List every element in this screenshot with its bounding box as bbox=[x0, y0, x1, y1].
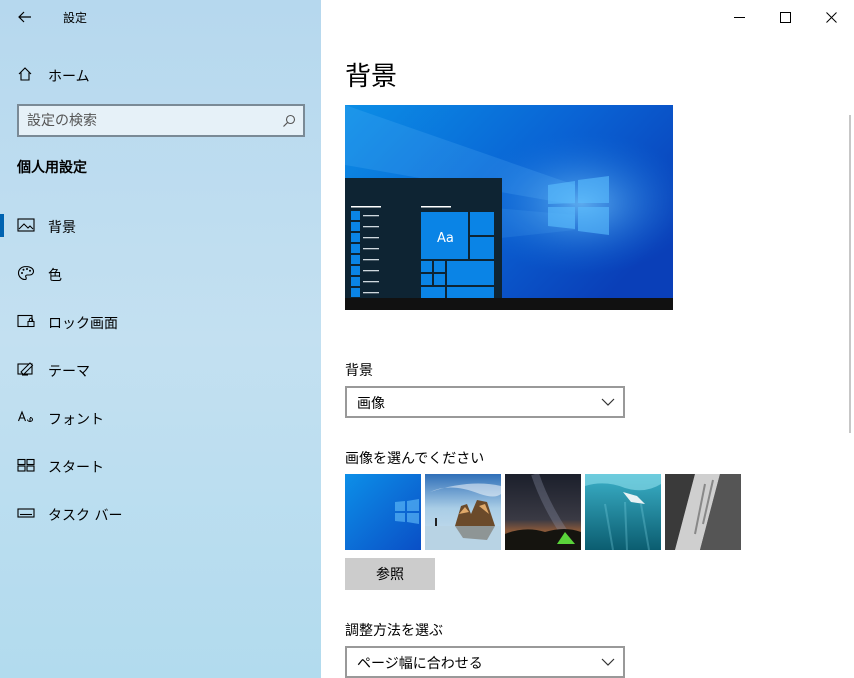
selection-indicator bbox=[0, 214, 4, 237]
browse-button[interactable]: 参照 bbox=[345, 558, 435, 590]
thumbnail-windows-default[interactable] bbox=[345, 474, 421, 550]
sidebar-item-label: ホーム bbox=[48, 69, 90, 85]
search-input[interactable] bbox=[27, 111, 267, 131]
background-type-dropdown[interactable]: 画像 bbox=[345, 386, 625, 418]
sidebar-item-start[interactable]: スタート bbox=[0, 445, 321, 493]
preview-tile-text: Aa bbox=[437, 231, 454, 246]
sidebar-item-label: タスク バー bbox=[48, 508, 123, 524]
search-box[interactable] bbox=[17, 104, 305, 137]
choose-image-label: 画像を選んでください bbox=[345, 451, 485, 467]
section-title: 個人用設定 bbox=[17, 160, 87, 176]
sidebar-item-font[interactable]: フォント bbox=[0, 397, 321, 445]
thumbnail-underwater[interactable] bbox=[585, 474, 661, 550]
title-bar: 設定 bbox=[0, 0, 321, 34]
fit-label: 調整方法を選ぶ bbox=[345, 623, 443, 639]
sidebar-item-background[interactable]: 背景 bbox=[0, 205, 321, 253]
sidebar-item-label: ロック画面 bbox=[48, 316, 118, 332]
sidebar-item-label: テーマ bbox=[48, 364, 90, 380]
font-icon bbox=[17, 410, 33, 422]
sidebar-item-label: 色 bbox=[48, 268, 62, 284]
sidebar: 設定 ホーム 個人用設定 背景 色 bbox=[0, 0, 321, 678]
sidebar-item-taskbar[interactable]: タスク バー bbox=[0, 493, 321, 541]
sidebar-item-home[interactable]: ホーム bbox=[0, 58, 321, 90]
sidebar-item-label: フォント bbox=[48, 412, 104, 428]
lock-screen-icon bbox=[17, 314, 35, 328]
thumbnail-beach-rocks[interactable] bbox=[425, 474, 501, 550]
chevron-down-icon bbox=[601, 658, 615, 666]
start-icon bbox=[17, 458, 35, 472]
sidebar-item-color[interactable]: 色 bbox=[0, 253, 321, 301]
theme-icon bbox=[17, 362, 34, 376]
sidebar-item-lock-screen[interactable]: ロック画面 bbox=[0, 301, 321, 349]
picture-icon bbox=[17, 218, 35, 232]
search-icon[interactable] bbox=[282, 114, 296, 128]
page-title: 背景 bbox=[345, 62, 398, 92]
thumbnail-night-sky[interactable] bbox=[505, 474, 581, 550]
thumbnail-rock-cliff[interactable] bbox=[665, 474, 741, 550]
main-content: 背景 Aa 背景 画像 画像を選んでください 参照 調整方法を選ぶ ページ幅に合… bbox=[321, 0, 854, 678]
dropdown-value: 画像 bbox=[357, 396, 385, 412]
sidebar-item-label: 背景 bbox=[48, 220, 76, 236]
background-type-label: 背景 bbox=[345, 363, 373, 379]
background-preview: Aa bbox=[345, 105, 673, 310]
sidebar-item-theme[interactable]: テーマ bbox=[0, 349, 321, 397]
chevron-down-icon bbox=[601, 398, 615, 406]
fit-dropdown[interactable]: ページ幅に合わせる bbox=[345, 646, 625, 678]
scrollbar[interactable] bbox=[849, 115, 851, 433]
image-thumbnails bbox=[345, 474, 741, 550]
sidebar-item-label: スタート bbox=[48, 460, 104, 476]
back-arrow-icon bbox=[18, 11, 31, 23]
app-title: 設定 bbox=[63, 11, 88, 25]
taskbar-icon bbox=[17, 508, 35, 518]
back-button[interactable] bbox=[10, 5, 40, 29]
home-icon bbox=[18, 67, 32, 81]
sidebar-nav: 背景 色 ロック画面 テーマ フォント スタート タスク バー bbox=[0, 205, 321, 541]
palette-icon bbox=[17, 265, 35, 281]
dropdown-value: ページ幅に合わせる bbox=[357, 656, 483, 672]
desktop-preview-image: Aa bbox=[345, 105, 673, 310]
